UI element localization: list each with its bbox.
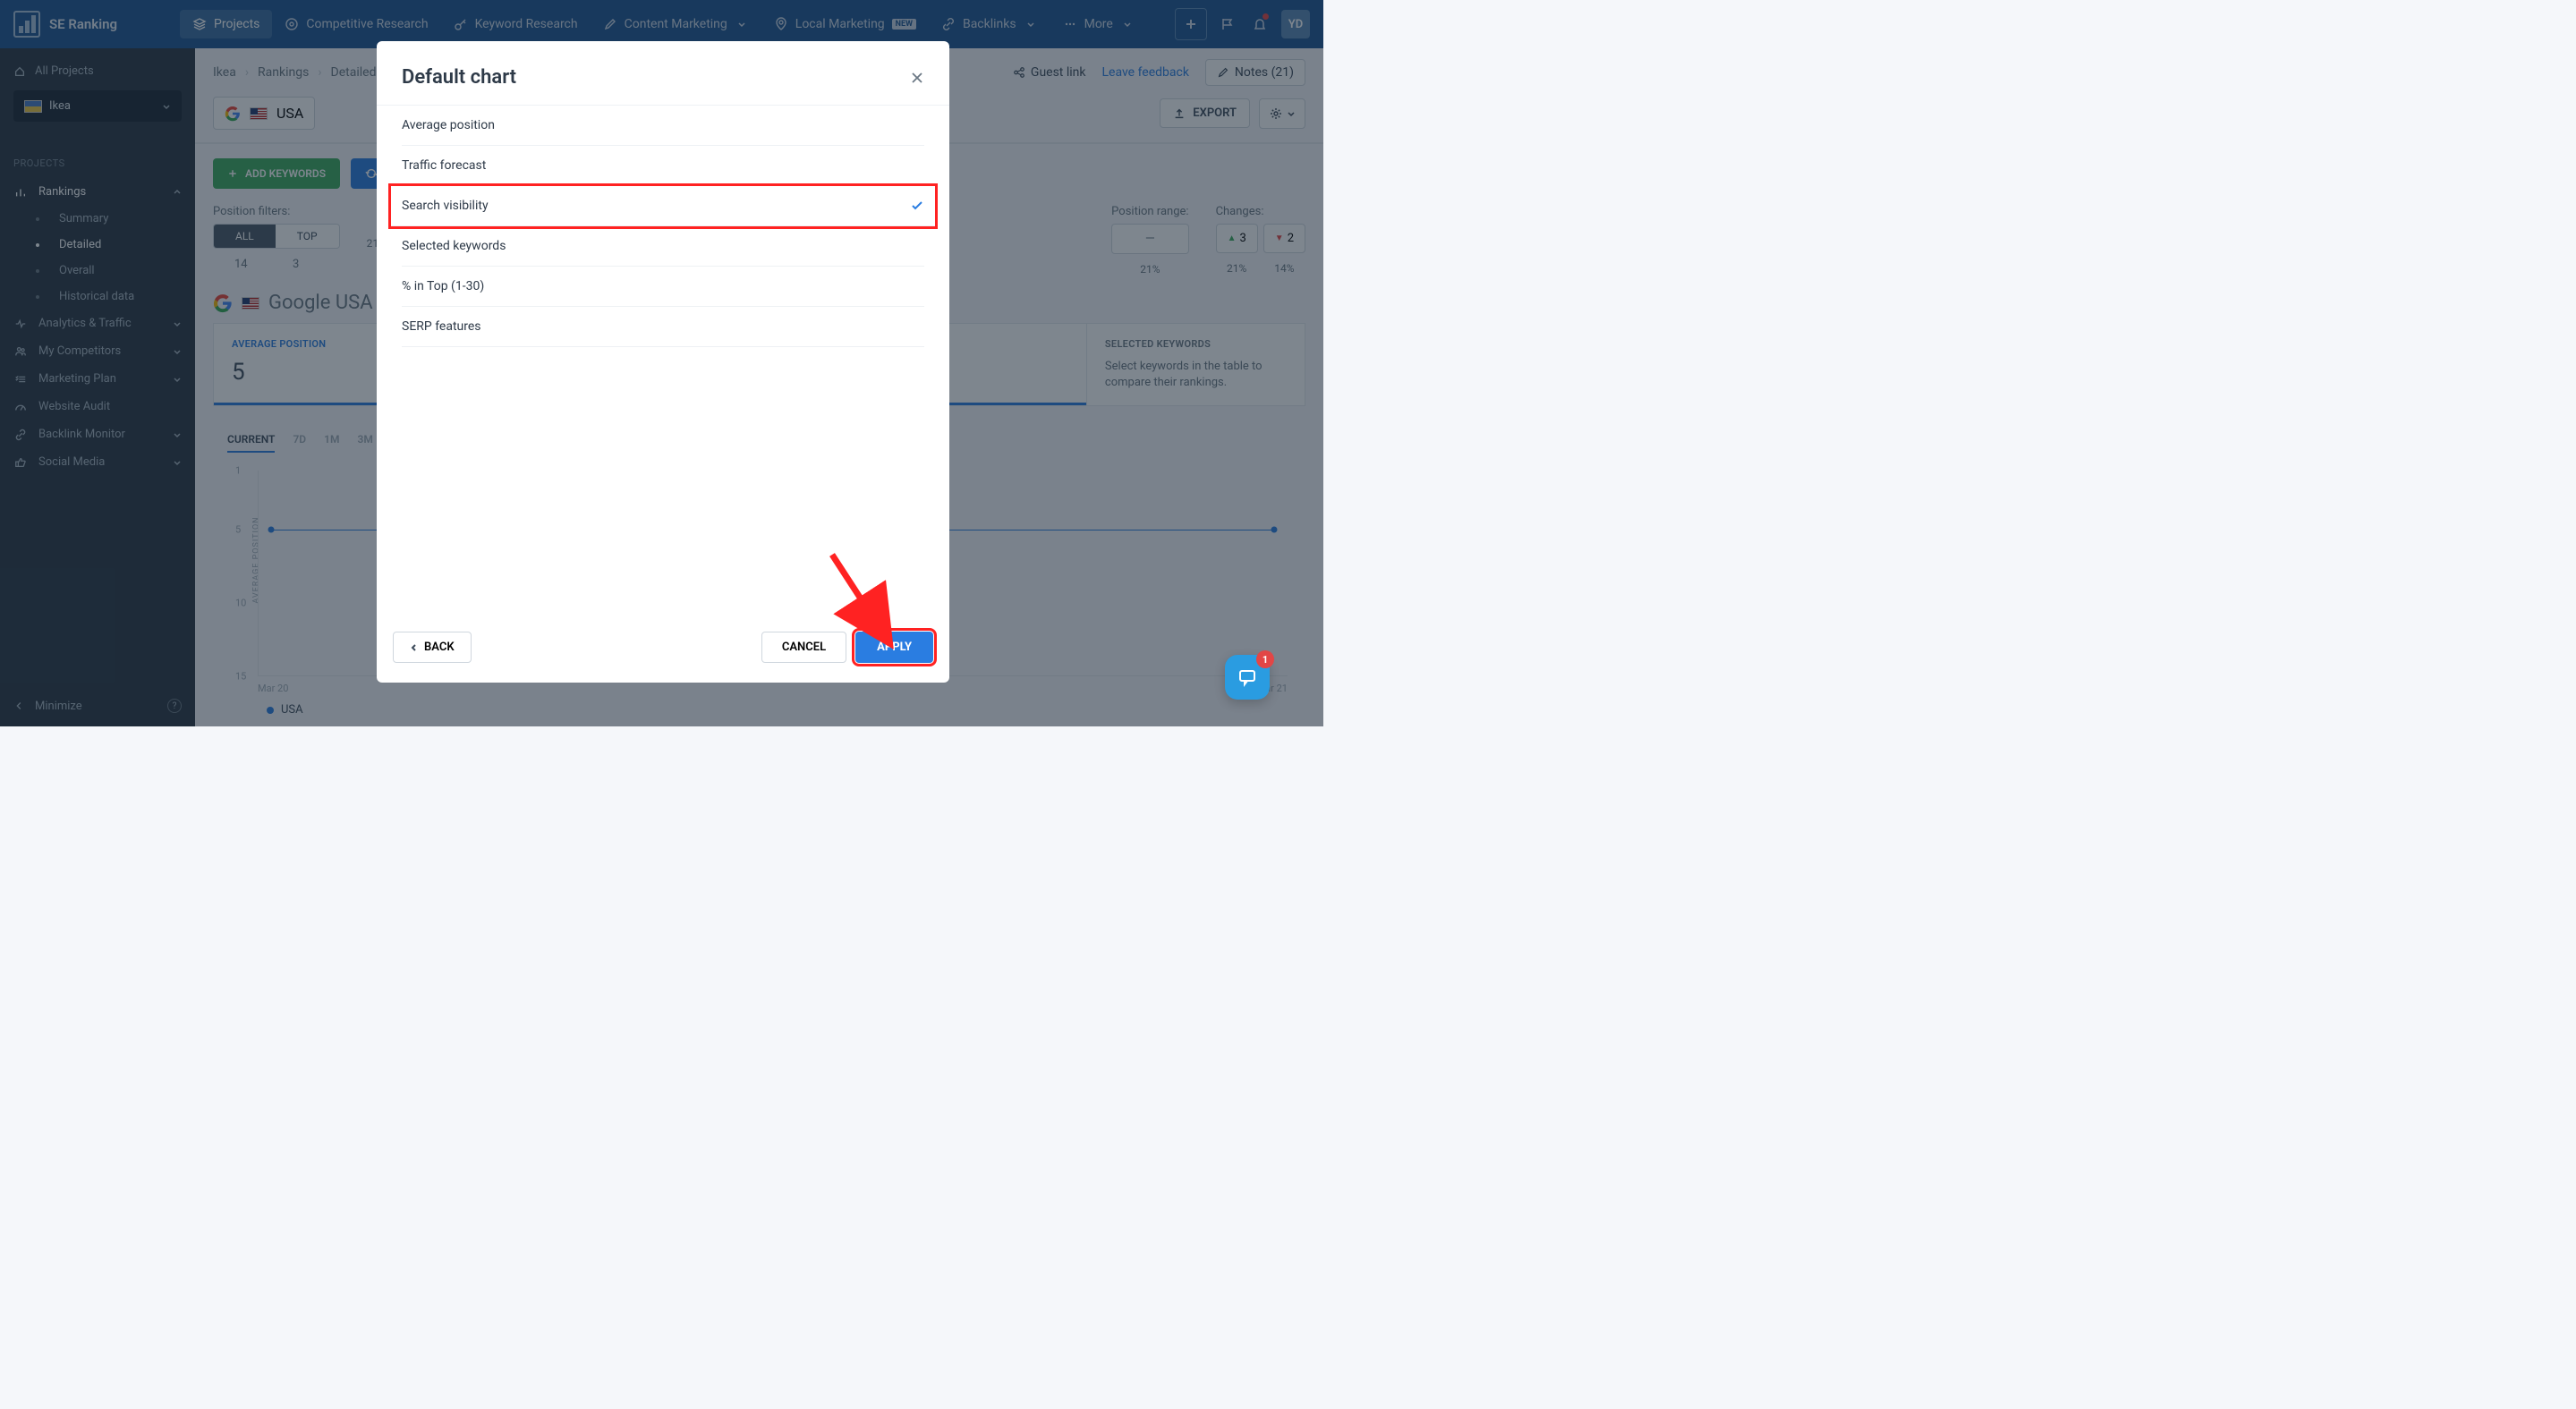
option-traffic-forecast[interactable]: Traffic forecast — [402, 146, 924, 186]
check-icon — [910, 199, 924, 213]
chat-badge: 1 — [1256, 650, 1274, 668]
chevron-left-icon — [410, 643, 419, 652]
option-selected-keywords[interactable]: Selected keywords — [402, 226, 924, 267]
chat-widget[interactable]: 1 — [1225, 655, 1270, 700]
option-search-visibility[interactable]: Search visibility — [391, 186, 935, 226]
modal-title: Default chart — [402, 66, 516, 89]
close-icon[interactable] — [910, 71, 924, 85]
option-average-position[interactable]: Average position — [402, 106, 924, 146]
apply-button[interactable]: APPLY — [855, 632, 933, 663]
back-button[interactable]: BACK — [393, 632, 472, 663]
option-serp-features[interactable]: SERP features — [402, 307, 924, 347]
cancel-button[interactable]: CANCEL — [761, 632, 846, 663]
option-pct-in-top[interactable]: % in Top (1-30) — [402, 267, 924, 307]
default-chart-modal: Default chart Average position Traffic f… — [377, 41, 949, 683]
